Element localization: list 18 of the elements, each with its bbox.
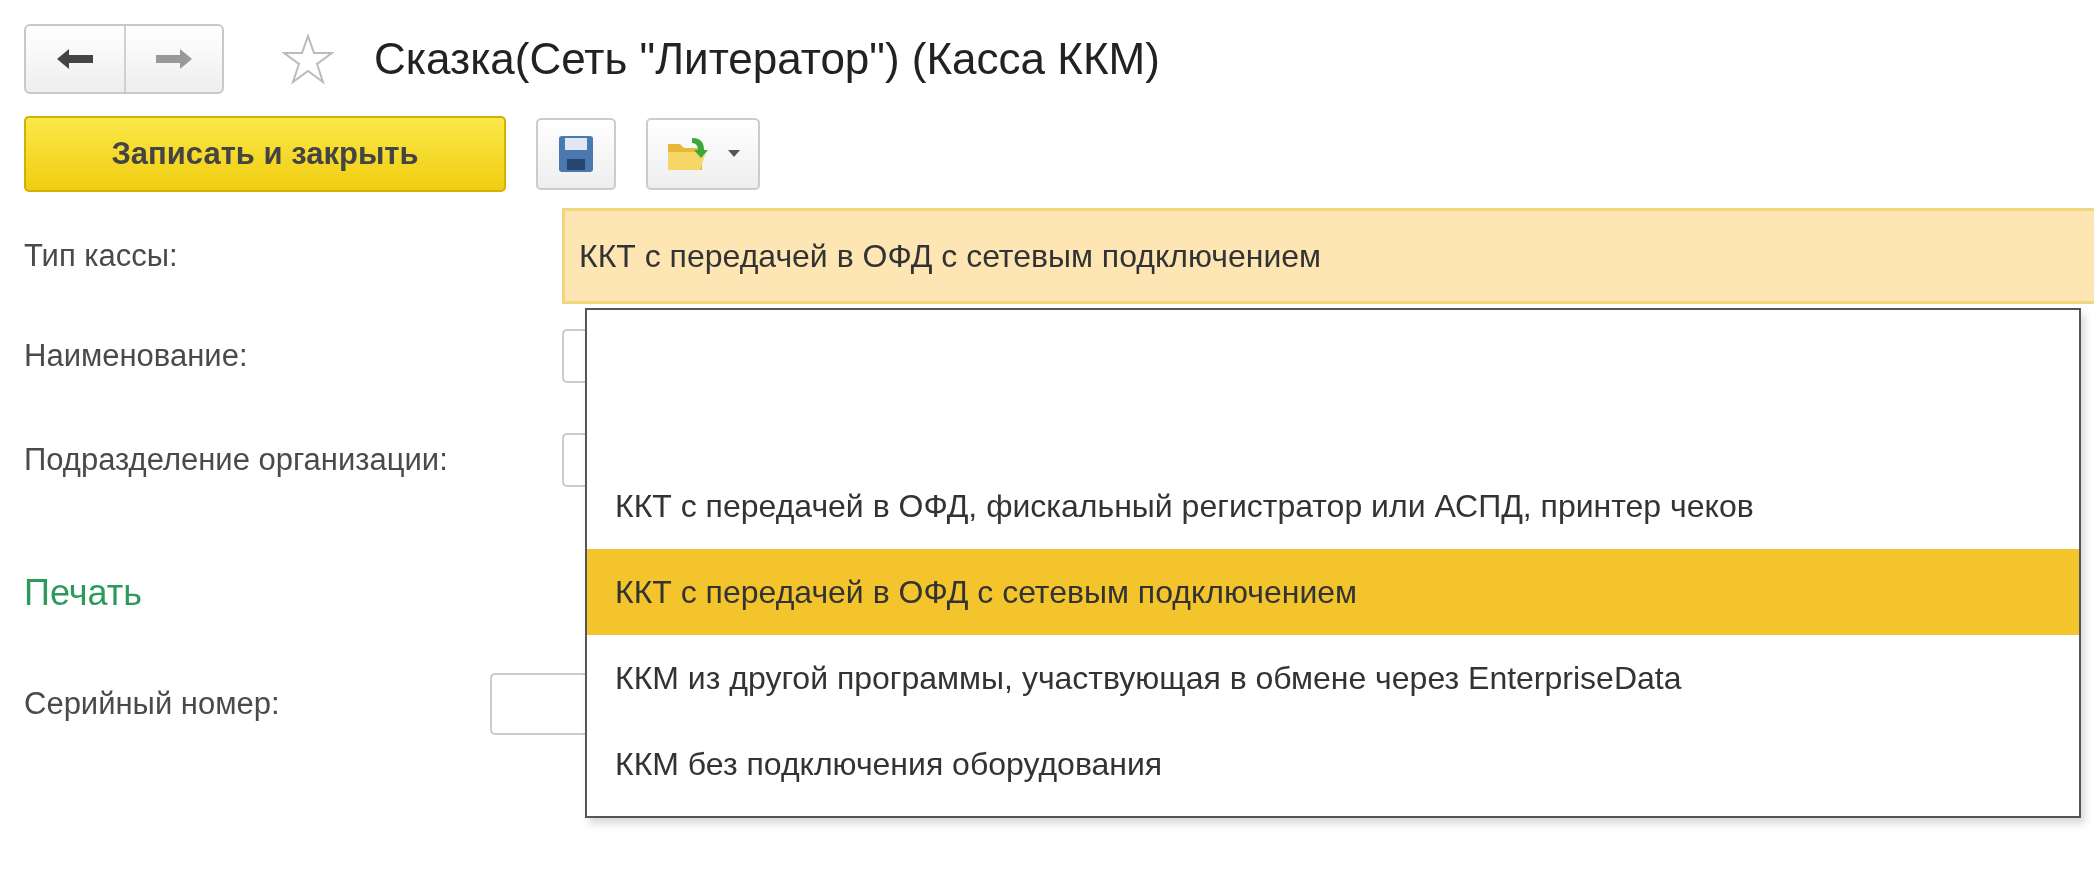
field-label: Тип кассы: [24, 238, 179, 274]
left-arrow-icon [55, 46, 95, 72]
dropdown-option[interactable]: ККМ из другой программы, участвующая в обмене через EnterpriseData [587, 635, 2079, 721]
dropdown-option[interactable]: ККТ с передачей в ОФД с сетевым подключением [587, 549, 2079, 635]
right-arrow-icon [154, 46, 194, 72]
caret-icon [728, 150, 740, 158]
save-button[interactable] [536, 118, 616, 190]
star-icon[interactable] [282, 34, 334, 84]
window-title: Сказка(Сеть "Литератор") (Касса ККМ) [374, 34, 1160, 84]
field-label: Наименование: [24, 338, 249, 374]
save-and-close-button[interactable]: Записать и закрыть [24, 116, 506, 192]
section-heading: Печать [24, 572, 142, 613]
folder-menu-button[interactable] [646, 118, 760, 190]
select-field[interactable]: ККТ с передачей в ОФД с сетевым подключением [562, 208, 2094, 304]
field-label: Серийный номер: [24, 686, 281, 722]
field-label: Подразделение организации: [24, 442, 449, 478]
dropdown-option[interactable]: ККТ с передачей в ОФД, фискальный регистратор или АСПД, принтер чеков [587, 463, 2079, 549]
dropdown-option[interactable]: ККМ без подключения оборудования [587, 721, 2079, 807]
